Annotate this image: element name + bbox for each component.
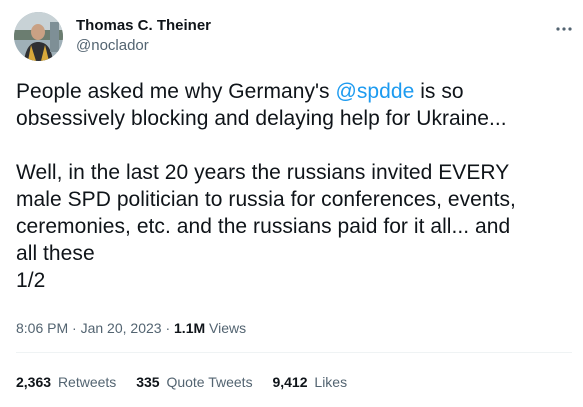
tweet-text-line: Well, in the last 20 years the russians … [16,161,510,184]
tweet-time[interactable]: 8:06 PM [16,320,68,336]
tweet-text-line: all these [16,242,95,265]
author-handle[interactable]: @noclador [76,37,211,55]
quote-tweets-stat[interactable]: 335 Quote Tweets [136,372,252,392]
author-info: Thomas C. Theiner @noclador [76,17,211,55]
quote-tweets-count: 335 [136,374,160,390]
more-horizontal-icon[interactable] [555,20,573,31]
likes-stat[interactable]: 9,412 Likes [272,372,347,392]
retweets-stat[interactable]: 2,363 Retweets [16,372,116,392]
tweet-date[interactable]: Jan 20, 2023 [81,320,162,336]
tweet-text-line: 1/2 [16,269,46,292]
views-label: Views [209,320,247,336]
tweet-meta: 8:06 PM · Jan 20, 2023 · 1.1M Views [16,318,246,338]
tweet: Thomas C. Theiner @noclador People asked… [0,0,583,407]
quote-tweets-label: Quote Tweets [166,374,253,390]
mention-link[interactable]: @spdde [335,80,414,103]
meta-separator: · [68,320,81,336]
tweet-text-line: obsessively blocking and delaying help f… [16,107,507,130]
tweet-text: People asked me why Germany's @spdde is … [16,78,572,294]
retweets-count: 2,363 [16,374,52,390]
tweet-text-segment: is so [414,80,464,103]
likes-label: Likes [314,374,348,390]
engagement-stats: 2,363 Retweets 335 Quote Tweets 9,412 Li… [16,372,363,392]
author-display-name[interactable]: Thomas C. Theiner [76,17,211,35]
likes-count: 9,412 [272,374,308,390]
avatar[interactable] [14,12,63,61]
retweets-label: Retweets [57,374,117,390]
avatar-image [14,12,63,61]
tweet-text-line: People asked me why Germany's @spdde is … [16,78,572,105]
meta-separator: · [161,320,175,336]
tweet-text-line: ceremonies, etc. and the russians paid f… [16,215,511,238]
divider [16,352,572,353]
views-count: 1.1M [174,320,206,336]
tweet-text-segment: People asked me why Germany's [16,80,336,103]
tweet-text-line: male SPD politician to russia for confer… [16,188,516,211]
